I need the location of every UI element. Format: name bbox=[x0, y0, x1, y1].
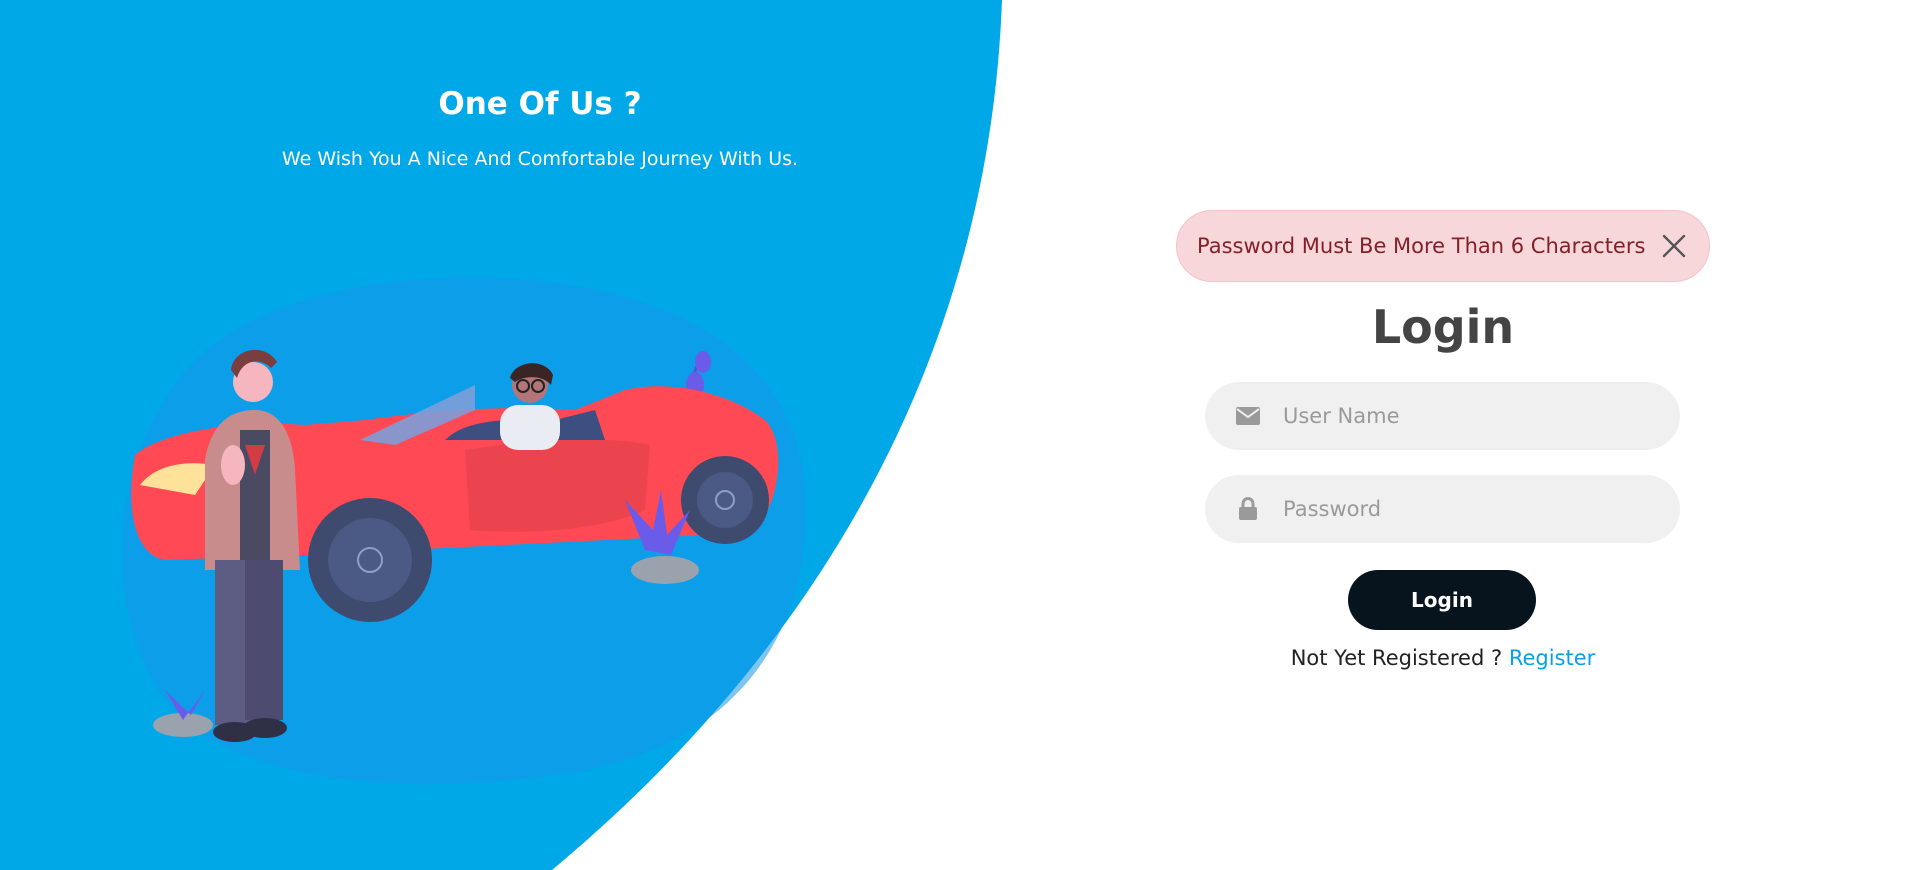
lock-icon bbox=[1235, 496, 1261, 522]
login-page: One Of Us ? We Wish You A Nice And Comfo… bbox=[0, 0, 1920, 870]
left-panel: One Of Us ? We Wish You A Nice And Comfo… bbox=[0, 0, 1080, 870]
username-field bbox=[1205, 382, 1680, 450]
register-line: Not Yet Registered ? Register bbox=[1176, 646, 1710, 670]
hero-subtitle: We Wish You A Nice And Comfortable Journ… bbox=[281, 148, 799, 170]
hero-title: One Of Us ? bbox=[438, 86, 642, 122]
login-button[interactable]: Login bbox=[1348, 570, 1536, 630]
register-link[interactable]: Register bbox=[1509, 646, 1595, 670]
close-icon[interactable] bbox=[1659, 231, 1689, 261]
car-illustration bbox=[122, 277, 806, 785]
error-alert-message: Password Must Be More Than 6 Characters bbox=[1197, 234, 1646, 258]
login-title: Login bbox=[1371, 300, 1515, 354]
envelope-icon bbox=[1235, 403, 1261, 429]
password-input[interactable] bbox=[1281, 496, 1665, 522]
error-alert: Password Must Be More Than 6 Characters bbox=[1176, 210, 1710, 282]
password-field bbox=[1205, 475, 1680, 543]
register-prompt: Not Yet Registered ? bbox=[1290, 646, 1503, 670]
username-input[interactable] bbox=[1281, 403, 1665, 429]
